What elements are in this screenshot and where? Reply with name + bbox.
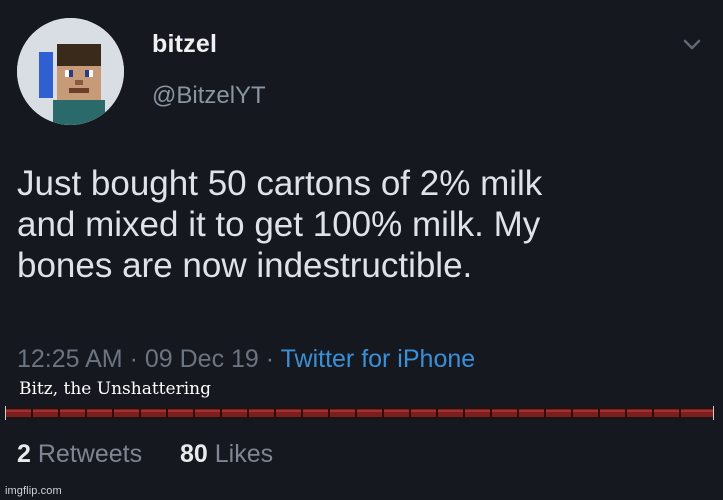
- display-name[interactable]: bitzel: [152, 30, 217, 59]
- tweet-stats: 2 Retweets 80 Likes: [17, 440, 273, 469]
- meta-separator: ·: [265, 345, 275, 373]
- user-handle[interactable]: @BitzelYT: [152, 82, 266, 110]
- tweet-time: 12:25 AM: [17, 345, 123, 373]
- chevron-down-icon[interactable]: [683, 38, 701, 52]
- retweets-count: 2: [17, 440, 31, 468]
- avatar[interactable]: [17, 18, 124, 125]
- retweets-label: Retweets: [37, 440, 143, 468]
- likes-label: Likes: [214, 440, 274, 468]
- tweet-text: Just bought 50 cartons of 2% milk and mi…: [17, 164, 543, 285]
- health-bar-divider: [5, 406, 714, 420]
- watermark: imgflip.com: [5, 485, 62, 497]
- pixel-character-avatar-icon: [17, 18, 124, 125]
- meme-caption: Bitz, the Unshattering: [19, 379, 211, 399]
- tweet-source-link[interactable]: Twitter for iPhone: [281, 345, 476, 373]
- tweet-date: 09 Dec 19: [144, 345, 259, 373]
- tweet-metadata: 12:25 AM · 09 Dec 19 · Twitter for iPhon…: [17, 345, 475, 374]
- likes-count: 80: [179, 440, 208, 468]
- tweet-card: bitzel @BitzelYT Just bought 50 cartons …: [0, 0, 723, 500]
- meta-separator: ·: [129, 345, 138, 373]
- retweets-stat[interactable]: 2 Retweets: [17, 440, 149, 468]
- likes-stat[interactable]: 80 Likes: [180, 440, 273, 468]
